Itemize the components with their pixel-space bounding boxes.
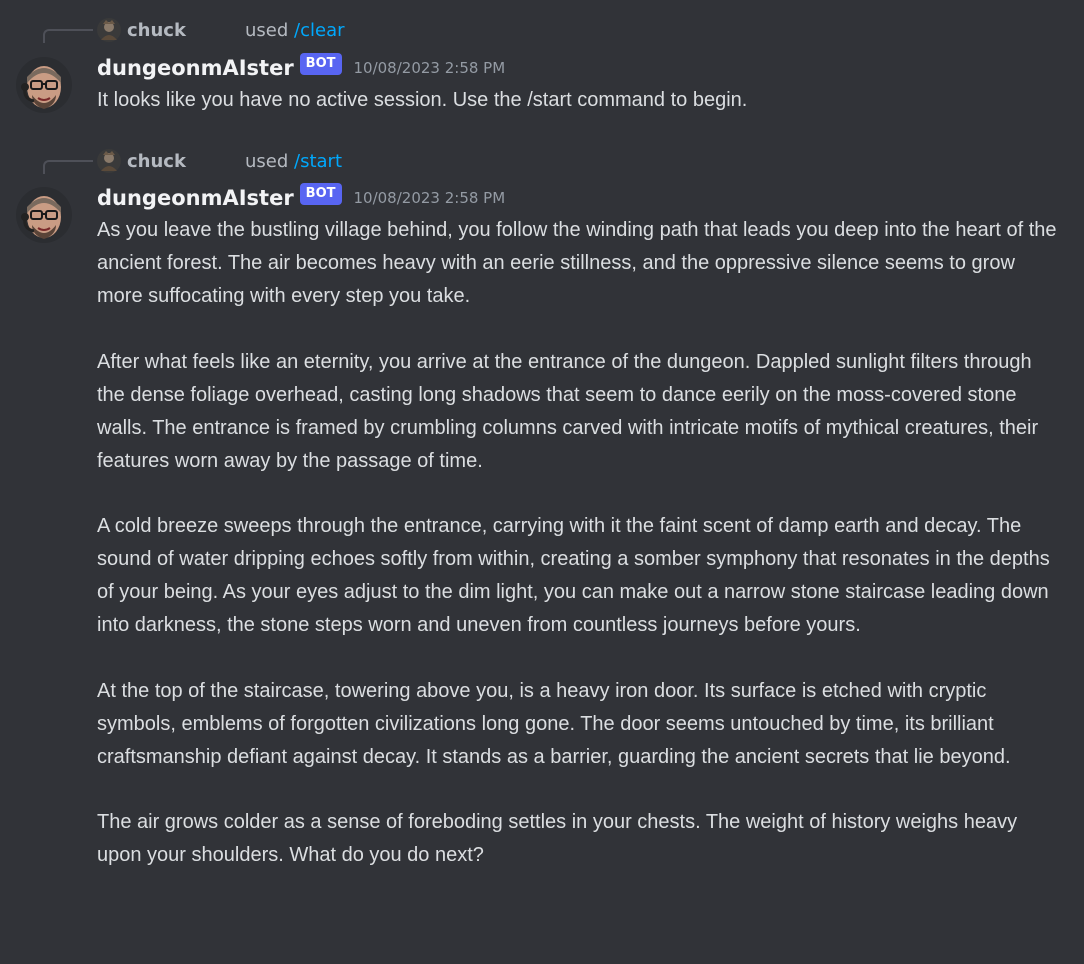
reply-username[interactable]: chuck xyxy=(127,151,186,172)
message-header: dungeonmAIster BOT 10/08/2023 2:58 PM xyxy=(97,53,505,83)
message-paragraph: After what feels like an eternity, you a… xyxy=(97,350,1039,472)
timestamp[interactable]: 10/08/2023 2:58 PM xyxy=(354,59,506,77)
bot-badge: BOT xyxy=(299,53,342,75)
reply-used-label: used /start xyxy=(245,151,342,172)
dungeonmaister-avatar-icon xyxy=(16,57,72,113)
bot-badge: BOT xyxy=(299,183,342,205)
message-content: It looks like you have no active session… xyxy=(97,84,1062,117)
author-name[interactable]: dungeonmAIster xyxy=(97,186,294,210)
reply-connector xyxy=(43,29,93,43)
reply-connector xyxy=(43,160,93,174)
chuck-avatar-icon[interactable] xyxy=(97,18,121,42)
command-reply-bar[interactable]: chuck used /start xyxy=(97,149,342,173)
reply-used-label: used /clear xyxy=(245,20,345,41)
author-name[interactable]: dungeonmAIster xyxy=(97,56,294,80)
message-paragraph: A cold breeze sweeps through the entranc… xyxy=(97,515,1050,636)
reply-used-text: used xyxy=(245,150,289,172)
message-content: As you leave the bustling village behind… xyxy=(97,214,1062,872)
dungeonmaister-avatar-icon xyxy=(16,187,72,243)
command-reply-bar[interactable]: chuck used /clear xyxy=(97,18,345,42)
avatar[interactable] xyxy=(16,57,72,113)
chat-message-list: chuck used /clear dungeonmAIster BOT 10/… xyxy=(0,0,1084,964)
avatar[interactable] xyxy=(16,187,72,243)
reply-username[interactable]: chuck xyxy=(127,20,186,41)
command-link[interactable]: /clear xyxy=(294,20,344,41)
message-header: dungeonmAIster BOT 10/08/2023 2:58 PM xyxy=(97,183,505,213)
command-link[interactable]: /start xyxy=(294,151,342,172)
timestamp[interactable]: 10/08/2023 2:58 PM xyxy=(354,189,506,207)
message-paragraph: It looks like you have no active session… xyxy=(97,89,748,111)
message-paragraph: At the top of the staircase, towering ab… xyxy=(97,679,1011,768)
reply-used-text: used xyxy=(245,19,289,41)
message-paragraph: The air grows colder as a sense of foreb… xyxy=(97,811,1018,866)
chuck-avatar-icon[interactable] xyxy=(97,149,121,173)
message-paragraph: As you leave the bustling village behind… xyxy=(97,219,1057,307)
